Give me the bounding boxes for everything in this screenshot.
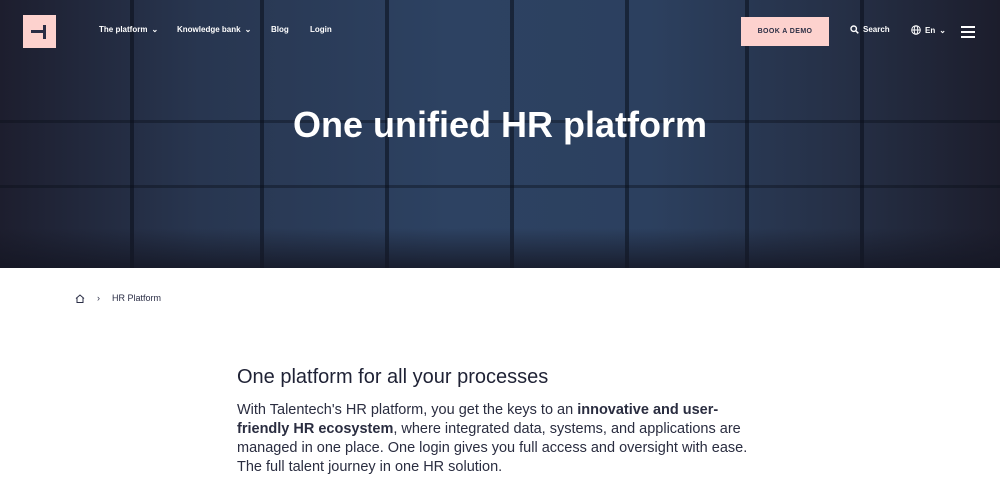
globe-icon xyxy=(911,25,921,35)
nav-login[interactable]: Login xyxy=(310,25,332,34)
nav-the-platform[interactable]: The platform ⌄ xyxy=(99,25,158,34)
chevron-right-icon: › xyxy=(97,293,100,303)
nav-label: Blog xyxy=(271,25,289,34)
chevron-down-icon: ⌄ xyxy=(939,25,946,35)
breadcrumb-current: HR Platform xyxy=(112,293,162,303)
logo[interactable] xyxy=(23,15,56,48)
chevron-down-icon: ⌄ xyxy=(244,25,252,34)
nav-knowledge-bank[interactable]: Knowledge bank ⌄ xyxy=(177,25,251,34)
hero-banner: The platform ⌄ Knowledge bank ⌄ Blog Login… xyxy=(0,0,1000,268)
search-icon xyxy=(850,25,859,34)
breadcrumb: › HR Platform xyxy=(75,293,161,303)
intro-section: One platform for all your processes With… xyxy=(237,366,767,477)
menu-icon[interactable] xyxy=(961,26,975,41)
home-icon[interactable] xyxy=(75,293,85,303)
book-demo-button[interactable]: BOOK A DEMO xyxy=(741,17,829,46)
nav-label: Login xyxy=(310,25,332,34)
nav-blog[interactable]: Blog xyxy=(271,25,289,34)
language-label: En xyxy=(925,25,936,35)
section-heading: One platform for all your processes xyxy=(237,366,549,388)
hero-title: One unified HR platform xyxy=(293,104,707,145)
chevron-down-icon: ⌄ xyxy=(151,25,159,34)
search-button[interactable]: Search xyxy=(850,25,890,34)
intro-paragraph: With Talentech's HR platform, you get th… xyxy=(237,402,748,475)
language-selector[interactable]: En ⌄ xyxy=(911,25,946,35)
nav-label: Knowledge bank xyxy=(177,25,241,34)
search-label: Search xyxy=(863,25,890,34)
nav-label: The platform xyxy=(99,25,148,34)
